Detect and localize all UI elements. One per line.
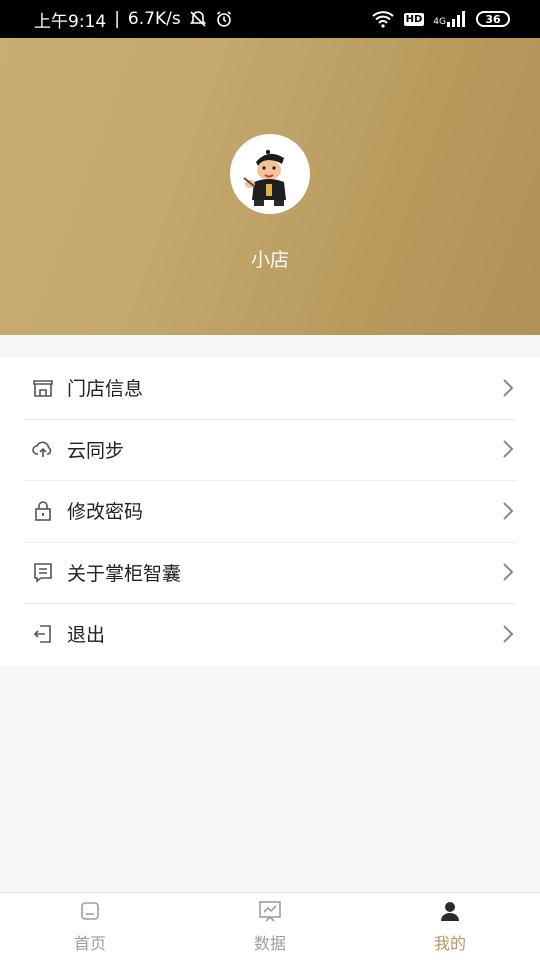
- menu-item-label: 修改密码: [67, 501, 144, 524]
- status-bar: 上午9:14 | 6.7K/s HD 4G 36: [0, 0, 540, 38]
- hd-badge: HD: [403, 12, 425, 26]
- menu-item-change-password[interactable]: 修改密码: [0, 480, 540, 542]
- cloud-sync-icon: [32, 438, 54, 460]
- chevron-right-icon: [502, 378, 514, 402]
- profile-icon: [439, 900, 461, 926]
- tab-label: 数据: [253, 933, 286, 953]
- status-separator: |: [114, 9, 120, 29]
- menu-item-label: 退出: [67, 624, 106, 647]
- profile-header: 小店: [0, 38, 540, 335]
- chevron-right-icon: [502, 439, 514, 463]
- menu-item-label: 门店信息: [67, 378, 144, 401]
- shopkeeper-avatar-icon: [243, 149, 286, 206]
- chevron-right-icon: [502, 501, 514, 525]
- tab-label: 首页: [73, 933, 106, 953]
- shop-name: 小店: [250, 249, 289, 271]
- battery-indicator: 36: [476, 11, 510, 27]
- wifi-icon: [371, 10, 395, 28]
- settings-menu: 门店信息 云同步 修改密码 关于掌柜智囊 退出: [0, 357, 540, 665]
- store-icon: [32, 377, 54, 399]
- data-chart-icon: [258, 900, 282, 926]
- chevron-right-icon: [502, 562, 514, 586]
- menu-item-cloud-sync[interactable]: 云同步: [0, 418, 540, 481]
- alarm-clock-icon: [215, 10, 233, 28]
- tab-home[interactable]: 首页: [0, 893, 180, 960]
- bottom-tab-bar: 首页 数据 我的: [0, 892, 540, 960]
- status-right: HD 4G 36: [371, 10, 510, 28]
- silent-bell-icon: [189, 10, 207, 28]
- about-icon: [32, 561, 54, 583]
- avatar[interactable]: [230, 134, 310, 214]
- chevron-right-icon: [502, 624, 514, 648]
- tab-data[interactable]: 数据: [180, 893, 360, 960]
- status-time: 上午9:14: [34, 11, 107, 32]
- menu-item-store-info[interactable]: 门店信息: [0, 357, 540, 419]
- status-left: 上午9:14 | 6.7K/s: [34, 7, 233, 32]
- tab-mine[interactable]: 我的: [360, 893, 540, 960]
- cellular-signal-icon: 4G: [433, 11, 467, 27]
- lock-icon: [32, 500, 54, 522]
- menu-item-label: 云同步: [67, 439, 125, 462]
- menu-item-label: 关于掌柜智囊: [67, 562, 182, 585]
- home-icon: [79, 900, 101, 926]
- menu-item-logout[interactable]: 退出: [0, 603, 540, 665]
- menu-item-about[interactable]: 关于掌柜智囊: [0, 541, 540, 604]
- logout-icon: [32, 623, 54, 645]
- tab-label: 我的: [433, 933, 466, 953]
- network-speed: 6.7K/s: [127, 9, 181, 29]
- cell-network-label: 4G: [433, 17, 446, 27]
